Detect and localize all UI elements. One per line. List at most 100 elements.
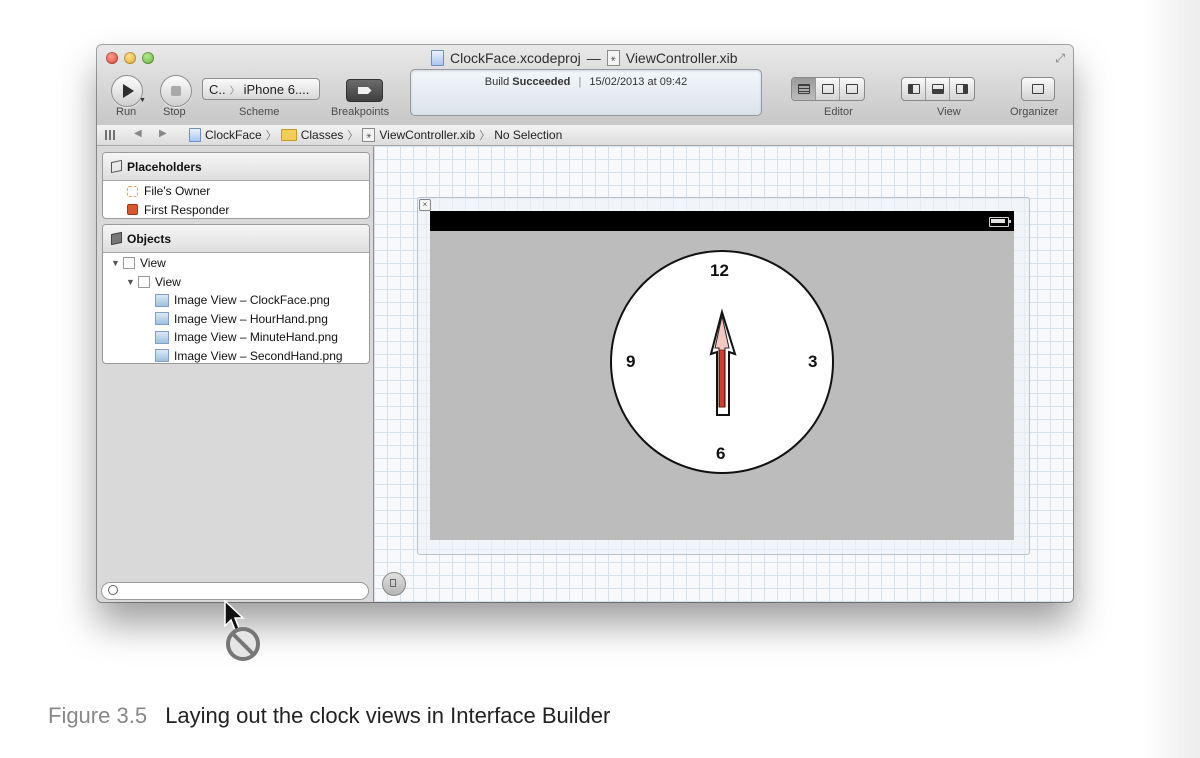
image-view-icon <box>155 330 169 344</box>
standard-editor-icon <box>797 84 810 94</box>
zoom-icon[interactable] <box>142 52 154 64</box>
outline-item-label: View <box>155 274 181 289</box>
objects-title: Objects <box>127 231 172 246</box>
xcodeproj-icon <box>431 50 444 66</box>
clock-hands <box>709 308 737 416</box>
title-file: ViewController.xib <box>625 50 738 66</box>
chevron-right-icon: 〉 <box>479 130 491 142</box>
outline-item-hourhand[interactable]: Image View – HourHand.png <box>103 310 369 329</box>
forward-arrow-icon[interactable]: ▶ <box>159 128 167 139</box>
device-view[interactable]: 12 3 6 9 <box>430 211 1014 540</box>
utilities-toggle-button[interactable] <box>950 78 974 100</box>
image-view-icon <box>155 312 169 326</box>
cube-icon <box>111 231 122 246</box>
outline-item-view[interactable]: ▼ View <box>103 254 369 273</box>
utilities-toggle-icon <box>956 84 968 94</box>
view-label: View <box>937 106 961 118</box>
xib-icon: ⚹ <box>362 128 376 142</box>
xcode-window: ClockFace.xcodeproj — ⚹ ViewController.x… <box>97 45 1073 602</box>
second-hand[interactable] <box>719 349 725 408</box>
xcodeproj-icon <box>189 128 201 142</box>
organizer-button[interactable] <box>1021 77 1055 101</box>
activity-viewer: Build Succeeded | 15/02/2013 at 09:42 <box>410 69 762 116</box>
navigator-toggle-button[interactable] <box>902 78 926 100</box>
outline-item-secondhand[interactable]: Image View – SecondHand.png <box>103 347 369 364</box>
chevron-right-icon: 〉 <box>265 130 277 142</box>
related-items-icon[interactable] <box>105 130 116 140</box>
objects-header[interactable]: Objects <box>103 225 369 253</box>
minimize-icon[interactable] <box>124 52 136 64</box>
scheme-popup[interactable]: C.. 〉 iPhone 6.... <box>202 78 320 100</box>
breadcrumb-group[interactable]: Classes <box>301 128 344 142</box>
close-icon[interactable] <box>106 52 118 64</box>
outline-filter-field[interactable] <box>101 582 369 600</box>
window-title: ClockFace.xcodeproj — ⚹ ViewController.x… <box>431 48 738 68</box>
placeholders-header[interactable]: Placeholders <box>103 153 369 181</box>
scheme-label: Scheme <box>239 106 280 118</box>
close-icon[interactable]: × <box>419 199 431 211</box>
outline-toggle-button[interactable] <box>382 572 406 596</box>
assistant-editor-button[interactable] <box>816 78 840 100</box>
xib-icon: ⚹ <box>606 50 620 66</box>
outline-item-label: Image View – HourHand.png <box>174 311 328 326</box>
run-menu-caret-icon[interactable]: ▼ <box>139 97 146 104</box>
disclosure-triangle-icon[interactable]: ▼ <box>111 258 123 268</box>
outline-item-minutehand[interactable]: Image View – MinuteHand.png <box>103 328 369 347</box>
breadcrumb: ClockFace 〉 Classes 〉 ⚹ ViewController.x… <box>189 127 562 143</box>
figure-number: Figure 3.5 <box>48 703 148 728</box>
fullscreen-icon[interactable]: ⤢ <box>1055 51 1065 66</box>
play-icon <box>123 84 134 98</box>
outline-item-label: File's Owner <box>144 184 211 199</box>
folder-icon <box>280 129 297 141</box>
view-icon <box>123 257 135 270</box>
outline-item-subview[interactable]: ▼ View <box>103 273 369 292</box>
breakpoints-label: Breakpoints <box>331 106 390 118</box>
scheme-device: iPhone 6.... <box>243 81 310 97</box>
files-owner-icon <box>127 185 138 197</box>
organizer-label: Organizer <box>1010 106 1059 118</box>
image-view-icon <box>155 349 169 363</box>
battery-icon <box>989 217 1011 227</box>
clock-face[interactable]: 12 3 6 9 <box>610 250 834 474</box>
not-allowed-cursor-icon <box>224 600 260 661</box>
outline-item-files-owner[interactable]: File's Owner <box>103 182 369 201</box>
breakpoints-icon <box>357 87 372 94</box>
disclosure-triangle-icon[interactable]: ▼ <box>126 277 138 287</box>
outline-item-label: Image View – MinuteHand.png <box>174 330 338 345</box>
placeholders-section: Placeholders File's Owner First Responde… <box>102 152 370 219</box>
back-arrow-icon[interactable]: ◀ <box>134 128 142 139</box>
run-label: Run <box>116 106 137 118</box>
jump-bar: ◀ ▶ ClockFace 〉 Classes 〉 ⚹ ViewControll… <box>97 125 1073 146</box>
breadcrumb-project[interactable]: ClockFace <box>205 128 262 142</box>
breadcrumb-file[interactable]: ViewController.xib <box>379 128 475 142</box>
build-divider: | <box>578 76 582 88</box>
organizer-icon <box>1032 84 1044 94</box>
build-result: Succeeded <box>512 76 571 88</box>
interface-builder-canvas[interactable]: × 12 3 6 9 <box>374 146 1073 602</box>
title-separator: — <box>586 50 601 66</box>
outline-item-label: First Responder <box>144 202 230 217</box>
debug-toggle-button[interactable] <box>926 78 950 100</box>
cube-outline-icon <box>111 159 122 174</box>
breakpoints-button[interactable] <box>346 79 383 102</box>
standard-editor-button[interactable] <box>792 78 816 100</box>
view-segmented-control <box>901 77 975 101</box>
outline-item-label: View <box>140 256 166 271</box>
first-responder-icon <box>127 204 138 216</box>
outline-item-first-responder[interactable]: First Responder <box>103 201 369 219</box>
scheme-target: C.. <box>209 81 226 97</box>
document-outline: Placeholders File's Owner First Responde… <box>97 146 374 602</box>
stop-label: Stop <box>163 106 186 118</box>
status-bar <box>430 211 1014 231</box>
version-editor-button[interactable] <box>840 78 864 100</box>
page-edge-shade <box>1142 0 1200 758</box>
stop-button[interactable] <box>160 75 192 107</box>
chevron-right-icon: 〉 <box>347 130 359 142</box>
outline-item-label: Image View – SecondHand.png <box>174 348 343 363</box>
build-prefix: Build <box>484 76 510 88</box>
assistant-editor-icon <box>821 84 834 94</box>
outline-item-clockface[interactable]: Image View – ClockFace.png <box>103 291 369 310</box>
build-status: Build Succeeded | 15/02/2013 at 09:42 <box>411 76 761 88</box>
figure-caption-text: Laying out the clock views in Interface … <box>165 703 611 728</box>
breadcrumb-selection[interactable]: No Selection <box>494 128 562 142</box>
